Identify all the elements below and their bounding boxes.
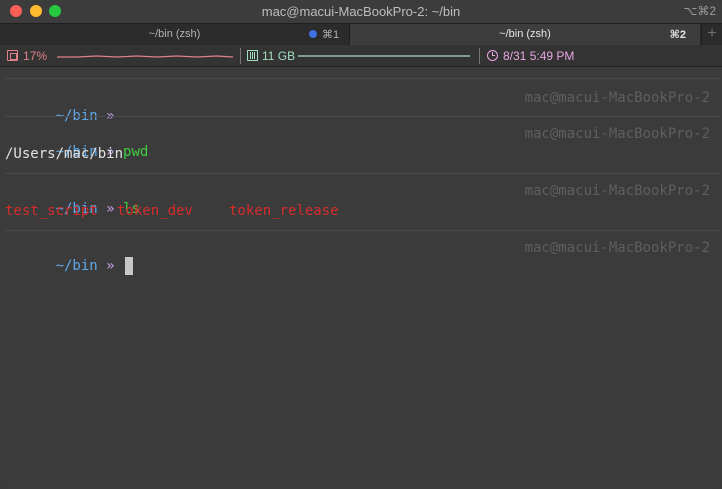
terminal-window: mac@macui-MacBookPro-2: ~/bin ⌥⌘2 ~/bin …: [0, 0, 722, 489]
tab-2-label: ~/bin (zsh): [499, 28, 551, 40]
memory-graph: [298, 55, 470, 57]
status-separator: [479, 48, 480, 64]
command-text: pwd: [123, 144, 149, 160]
ls-item: test_script: [5, 203, 98, 219]
clock-datetime: 8/31 5:49 PM: [503, 49, 575, 63]
command-output: /Users/mac/bin: [5, 146, 124, 162]
tab-2[interactable]: ~/bin (zsh) ⌘2: [350, 24, 700, 45]
ls-item: token_release: [229, 203, 339, 219]
tab-activity-dot-icon: [309, 30, 317, 38]
ls-output: test_script token_dev token_release: [5, 202, 405, 220]
tab-1-shortcut: ⌘1: [322, 29, 340, 41]
ls-item: token_dev: [117, 203, 193, 219]
block-divider: [5, 173, 721, 174]
clock-icon: [487, 50, 498, 61]
block-divider: [5, 78, 721, 79]
memory-icon: [247, 50, 258, 61]
prompt-line: ~/bin »: [5, 89, 115, 124]
cpu-graph: [57, 55, 233, 58]
tab-bar: ~/bin (zsh) ⌘1 ~/bin (zsh) ⌘2 +: [0, 23, 722, 45]
prompt-line: ~/bin » pwd: [5, 125, 149, 160]
prompt-host: mac@macui-MacBookPro-2: [524, 90, 710, 106]
prompt-cwd: ~/bin: [55, 258, 98, 274]
new-tab-button[interactable]: +: [701, 24, 722, 45]
status-separator: [240, 48, 241, 64]
memory-usage: 11 GB: [262, 49, 296, 63]
tab-1-label: ~/bin (zsh): [148, 28, 201, 40]
title-bar[interactable]: mac@macui-MacBookPro-2: ~/bin ⌥⌘2: [0, 0, 722, 23]
terminal-output[interactable]: ~/bin » mac@macui-MacBookPro-2 ~/bin » p…: [0, 67, 722, 489]
window-shortcut: ⌥⌘2: [683, 4, 716, 18]
tab-2-shortcut: ⌘2: [669, 29, 686, 41]
cpu-usage: 17%: [23, 49, 48, 63]
block-divider: [5, 116, 721, 117]
prompt-line: ~/bin » ls: [5, 182, 140, 217]
cpu-icon: [7, 50, 18, 61]
current-prompt-line[interactable]: ~/bin »: [5, 239, 134, 275]
prompt-host: mac@macui-MacBookPro-2: [524, 240, 710, 256]
block-divider: [5, 230, 721, 231]
status-bar: 17% 11 GB 8/31 5:49 PM: [0, 45, 722, 67]
text-cursor: [125, 257, 134, 275]
prompt-arrow: »: [106, 258, 115, 274]
prompt-host: mac@macui-MacBookPro-2: [524, 183, 710, 199]
window-title: mac@macui-MacBookPro-2: ~/bin: [261, 4, 461, 19]
prompt-host: mac@macui-MacBookPro-2: [524, 126, 710, 142]
tab-1[interactable]: ~/bin (zsh) ⌘1: [0, 24, 350, 45]
